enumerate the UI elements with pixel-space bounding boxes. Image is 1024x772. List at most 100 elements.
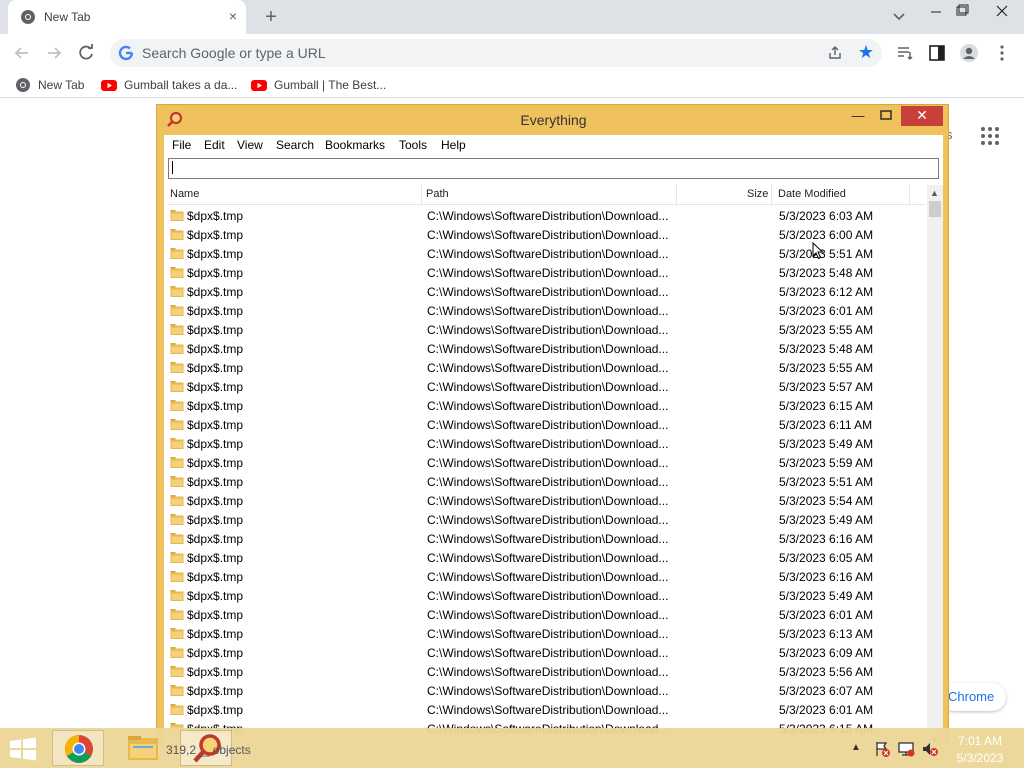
table-row[interactable]: $dpx$.tmp C:\Windows\SoftwareDistribution… xyxy=(168,624,925,643)
chevron-down-icon[interactable] xyxy=(890,7,908,25)
file-name: $dpx$.tmp xyxy=(187,684,244,698)
bookmark-item[interactable]: Gumball takes a da... xyxy=(101,76,241,94)
forward-arrow-icon[interactable] xyxy=(41,40,67,66)
tab-new-tab[interactable]: New Tab × xyxy=(8,0,246,34)
bookmark-item[interactable]: Gumball | The Best... xyxy=(251,76,391,94)
menu-bar: File Edit View Search Bookmarks Tools He… xyxy=(164,135,943,157)
windows-start-icon[interactable] xyxy=(8,737,38,761)
action-center-flag-icon[interactable] xyxy=(873,740,891,758)
file-path: C:\Windows\SoftwareDistribution\Download… xyxy=(427,228,669,242)
omnibox[interactable]: Search Google or type a URL ★ xyxy=(110,39,882,67)
menu-view[interactable]: View xyxy=(237,138,263,152)
menu-tools[interactable]: Tools xyxy=(399,138,427,152)
table-row[interactable]: $dpx$.tmp C:\Windows\SoftwareDistribution… xyxy=(168,491,925,510)
table-row[interactable]: $dpx$.tmp C:\Windows\SoftwareDistribution… xyxy=(168,377,925,396)
file-date-modified: 5/3/2023 6:01 AM xyxy=(779,608,874,622)
network-icon[interactable] xyxy=(897,740,915,758)
close-window-icon[interactable] xyxy=(986,0,1018,28)
column-path-header[interactable]: Path xyxy=(426,188,449,200)
table-row[interactable]: $dpx$.tmp C:\Windows\SoftwareDistribution… xyxy=(168,301,925,320)
menu-bookmarks[interactable]: Bookmarks xyxy=(325,138,385,152)
file-path: C:\Windows\SoftwareDistribution\Download… xyxy=(427,475,669,489)
column-divider[interactable] xyxy=(771,185,772,205)
profile-avatar-icon[interactable] xyxy=(958,42,980,64)
file-path: C:\Windows\SoftwareDistribution\Download… xyxy=(427,627,669,641)
column-size-header[interactable]: Size xyxy=(747,188,768,200)
search-input[interactable] xyxy=(168,158,939,179)
menu-edit[interactable]: Edit xyxy=(204,138,225,152)
column-divider[interactable] xyxy=(909,185,910,205)
share-icon[interactable] xyxy=(826,44,844,62)
back-arrow-icon[interactable] xyxy=(9,40,35,66)
table-row[interactable]: $dpx$.tmp C:\Windows\SoftwareDistribution… xyxy=(168,263,925,282)
reload-icon[interactable] xyxy=(73,40,99,66)
maximize-icon[interactable] xyxy=(875,107,897,127)
table-row[interactable]: $dpx$.tmp C:\Windows\SoftwareDistribution… xyxy=(168,510,925,529)
table-row[interactable]: $dpx$.tmp C:\Windows\SoftwareDistribution… xyxy=(168,700,925,719)
table-row[interactable]: $dpx$.tmp C:\Windows\SoftwareDistribution… xyxy=(168,605,925,624)
file-name: $dpx$.tmp xyxy=(187,475,244,489)
file-path: C:\Windows\SoftwareDistribution\Download… xyxy=(427,342,669,356)
table-row[interactable]: $dpx$.tmp C:\Windows\SoftwareDistribution… xyxy=(168,434,925,453)
restore-window-icon[interactable] xyxy=(946,0,978,28)
folder-icon xyxy=(170,305,184,316)
file-date-modified: 5/3/2023 5:48 AM xyxy=(779,266,874,280)
table-row[interactable]: $dpx$.tmp C:\Windows\SoftwareDistribution… xyxy=(168,472,925,491)
table-row[interactable]: $dpx$.tmp C:\Windows\SoftwareDistribution… xyxy=(168,453,925,472)
folder-icon xyxy=(170,267,184,278)
mouse-cursor-icon xyxy=(812,242,824,260)
column-date-header[interactable]: Date Modified xyxy=(778,188,846,200)
tray-expand-icon[interactable]: ▲ xyxy=(851,742,861,753)
file-name: $dpx$.tmp xyxy=(187,304,244,318)
menu-search[interactable]: Search xyxy=(276,138,314,152)
file-date-modified: 5/3/2023 5:54 AM xyxy=(779,494,874,508)
minimize-icon[interactable]: — xyxy=(847,107,869,127)
table-row[interactable]: $dpx$.tmp C:\Windows\SoftwareDistribution… xyxy=(168,320,925,339)
bookmark-star-icon[interactable]: ★ xyxy=(856,42,876,62)
apps-grid-icon[interactable] xyxy=(978,124,1002,148)
table-row[interactable]: $dpx$.tmp C:\Windows\SoftwareDistribution… xyxy=(168,643,925,662)
scroll-up-icon[interactable]: ▲ xyxy=(930,188,939,198)
folder-icon xyxy=(170,419,184,430)
column-divider[interactable] xyxy=(421,185,422,205)
table-row[interactable]: $dpx$.tmp C:\Windows\SoftwareDistribution… xyxy=(168,529,925,548)
table-row[interactable]: $dpx$.tmp C:\Windows\SoftwareDistribution… xyxy=(168,396,925,415)
menu-file[interactable]: File xyxy=(172,138,191,152)
table-row[interactable]: $dpx$.tmp C:\Windows\SoftwareDistribution… xyxy=(168,415,925,434)
file-name: $dpx$.tmp xyxy=(187,361,244,375)
side-panel-icon[interactable] xyxy=(926,42,948,64)
table-row[interactable]: $dpx$.tmp C:\Windows\SoftwareDistribution… xyxy=(168,339,925,358)
taskbar-file-explorer[interactable] xyxy=(118,730,170,766)
table-row[interactable]: $dpx$.tmp C:\Windows\SoftwareDistribution… xyxy=(168,206,925,225)
reading-list-icon[interactable] xyxy=(894,42,916,64)
folder-icon xyxy=(170,514,184,525)
column-divider[interactable] xyxy=(676,185,677,205)
table-row[interactable]: $dpx$.tmp C:\Windows\SoftwareDistribution… xyxy=(168,567,925,586)
menu-help[interactable]: Help xyxy=(441,138,466,152)
vertical-scrollbar[interactable]: ▲ ▼ xyxy=(927,185,943,745)
table-row[interactable]: $dpx$.tmp C:\Windows\SoftwareDistribution… xyxy=(168,282,925,301)
table-row[interactable]: $dpx$.tmp C:\Windows\SoftwareDistribution… xyxy=(168,662,925,681)
file-name: $dpx$.tmp xyxy=(187,551,244,565)
scrollbar-thumb[interactable] xyxy=(929,201,941,217)
table-row[interactable]: $dpx$.tmp C:\Windows\SoftwareDistribution… xyxy=(168,358,925,377)
customize-chrome-button[interactable]: Chrome xyxy=(940,683,1006,711)
taskbar-chrome[interactable] xyxy=(52,730,104,766)
file-date-modified: 5/3/2023 5:48 AM xyxy=(779,342,874,356)
kebab-menu-icon[interactable] xyxy=(991,42,1013,64)
folder-icon xyxy=(170,229,184,240)
volume-muted-icon[interactable] xyxy=(921,740,939,758)
tab-close-icon[interactable]: × xyxy=(224,7,242,25)
table-row[interactable]: $dpx$.tmp C:\Windows\SoftwareDistribution… xyxy=(168,548,925,567)
table-row[interactable]: $dpx$.tmp C:\Windows\SoftwareDistribution… xyxy=(168,681,925,700)
table-row[interactable]: $dpx$.tmp C:\Windows\SoftwareDistribution… xyxy=(168,586,925,605)
clock-time[interactable]: 7:01 AM xyxy=(950,734,1010,748)
column-name-header[interactable]: Name xyxy=(170,188,199,200)
close-icon[interactable]: ✕ xyxy=(901,106,943,126)
file-name: $dpx$.tmp xyxy=(187,209,244,223)
new-tab-button[interactable]: + xyxy=(260,6,282,28)
bookmark-item[interactable]: New Tab xyxy=(15,76,95,94)
file-name: $dpx$.tmp xyxy=(187,570,244,584)
clock-date[interactable]: 5/3/2023 xyxy=(950,751,1010,765)
folder-icon xyxy=(170,666,184,677)
